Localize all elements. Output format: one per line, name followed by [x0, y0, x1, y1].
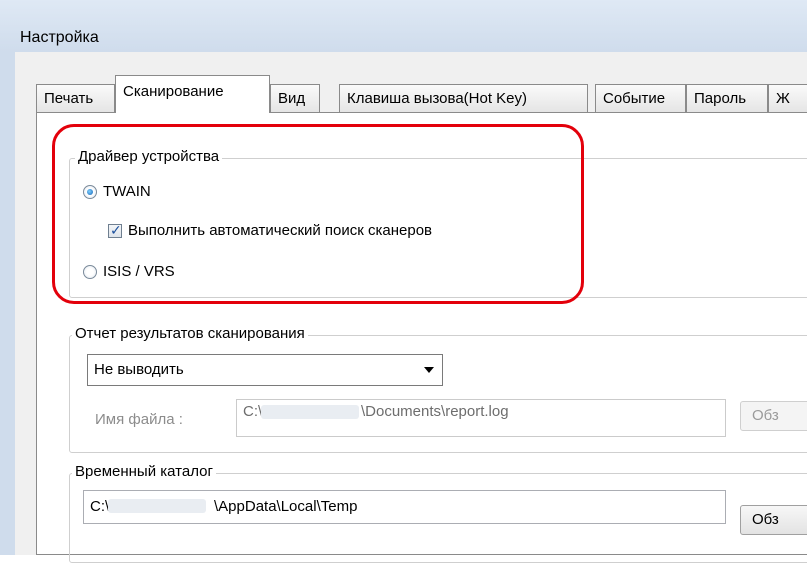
redacted-username	[261, 405, 359, 419]
tab-hotkey[interactable]: Клавиша вызова(Hot Key)	[339, 84, 588, 112]
tab-more[interactable]: Ж	[768, 84, 807, 112]
tab-event[interactable]: Событие	[595, 84, 686, 112]
report-path-suffix: \Documents\report.log	[361, 403, 509, 420]
twain-label[interactable]: TWAIN	[103, 183, 151, 201]
temp-path-prefix: C:\	[90, 498, 110, 515]
redacted-username	[108, 499, 206, 513]
twain-radio[interactable]	[83, 185, 97, 199]
tab-scanning[interactable]: Сканирование	[115, 75, 270, 113]
scan-report-group-label: Отчет результатов сканирования	[72, 325, 308, 343]
tab-view[interactable]: Вид	[270, 84, 320, 112]
tab-print[interactable]: Печать	[36, 84, 115, 112]
tab-password[interactable]: Пароль	[686, 84, 768, 112]
window-title: Настройка	[20, 29, 99, 46]
temp-folder-group-label: Временный каталог	[72, 463, 216, 481]
isis-vrs-label[interactable]: ISIS / VRS	[103, 263, 175, 281]
report-path-prefix: C:\	[243, 403, 263, 420]
temp-folder-path-field[interactable]: C:\ \AppData\Local\Temp	[83, 490, 726, 524]
settings-window: Настройка Печать Сканирование Вид Клавиш…	[0, 0, 807, 563]
report-file-path-field[interactable]: C:\ \Documents\report.log	[236, 399, 726, 437]
auto-search-label[interactable]: Выполнить автоматический поиск сканеров	[128, 222, 432, 240]
file-name-label: Имя файла :	[95, 411, 183, 428]
report-browse-button[interactable]: Обз	[740, 401, 807, 431]
scanning-tab-page: Драйвер устройства TWAIN Выполнить автом…	[36, 112, 807, 563]
report-output-select[interactable]: Не выводить	[87, 354, 443, 386]
title-bar: Настройка	[0, 0, 807, 53]
temp-path-suffix: \AppData\Local\Temp	[214, 498, 358, 515]
device-driver-group-label: Драйвер устройства	[75, 148, 223, 166]
auto-search-checkbox[interactable]	[108, 222, 122, 239]
report-output-value: Не выводить	[94, 361, 184, 378]
temp-folder-browse-button[interactable]: Обз	[740, 505, 807, 535]
chevron-down-icon	[424, 367, 434, 373]
isis-vrs-radio[interactable]	[83, 265, 97, 279]
